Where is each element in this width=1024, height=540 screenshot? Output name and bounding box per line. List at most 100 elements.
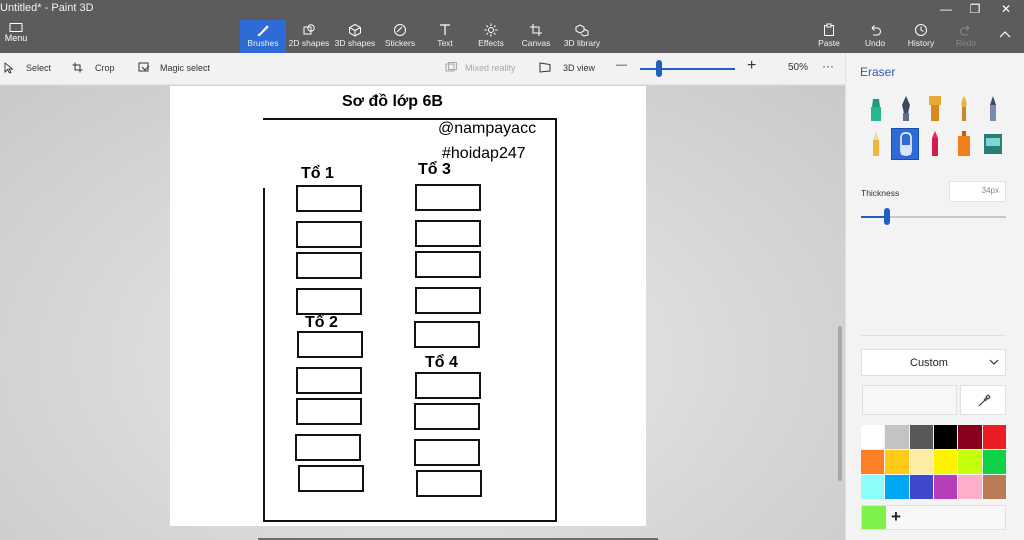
eraser-icon [900,132,912,156]
add-color-button[interactable]: + [891,507,901,527]
seat-box [296,252,362,279]
eyedropper-button[interactable] [960,385,1006,415]
zoom-out-button[interactable]: — [616,59,627,71]
select-tool[interactable]: Select [4,62,51,74]
current-color-row: + [861,505,1006,530]
seat-box [296,367,362,394]
history-button[interactable]: History [905,20,937,53]
tab-text[interactable]: Text [430,20,460,53]
3d-view-label: 3D view [563,62,596,73]
paste-icon [824,23,834,36]
thickness-input[interactable]: 34px [949,181,1006,202]
brush-marker[interactable] [862,93,890,125]
tab-3d-shapes[interactable]: 3D shapes [334,20,376,53]
tab-text-label: Text [437,38,453,48]
zoom-slider-track[interactable] [640,68,735,70]
collapse-ribbon-icon[interactable] [999,30,1011,38]
seat-box [416,470,482,497]
color-swatch[interactable] [909,475,933,499]
tab-3d-library[interactable]: 3D library [562,20,602,53]
menu-button[interactable]: Menu [0,22,32,50]
vertical-scrollbar[interactable] [838,326,842,481]
3d-shapes-icon [349,23,361,37]
left-border-line [263,188,265,522]
crayon-icon [932,131,938,156]
magic-select-tool[interactable]: Magic select [138,62,210,73]
brush-pencil[interactable] [862,128,890,160]
thickness-slider-thumb[interactable] [884,208,891,225]
crop-label: Crop [95,62,115,73]
tab-effects[interactable]: Effects [474,20,508,53]
crop-icon [72,62,83,73]
2d-shapes-icon [303,24,315,35]
seat-box [296,185,362,212]
chevron-down-icon [989,359,999,365]
marker-icon [871,99,881,121]
color-swatch[interactable] [934,450,958,474]
color-swatch[interactable] [934,425,958,449]
drawing-canvas[interactable]: Sơ đồ lớp 6B @nampayacc #hoidap247 Tổ 1 … [170,86,646,526]
brush-icon [257,25,269,37]
minimize-button[interactable]: — [935,2,957,16]
tab-2d-shapes[interactable]: 2D shapes [288,20,330,53]
color-swatch[interactable] [885,425,909,449]
color-swatch[interactable] [982,475,1006,499]
tab-brushes[interactable]: Brushes [240,20,286,53]
current-color-swatch[interactable] [862,506,886,529]
3d-view-button[interactable]: 3D view [539,62,595,73]
color-swatch[interactable] [958,425,982,449]
color-swatch[interactable] [861,450,885,474]
tab-canvas[interactable]: Canvas [520,20,552,53]
color-swatch[interactable] [861,475,885,499]
tab-brushes-label: Brushes [247,38,279,48]
color-swatch[interactable] [958,450,982,474]
tab-3d-shapes-label: 3D shapes [334,38,376,48]
color-swatch[interactable] [982,425,1006,449]
redo-button[interactable]: Redo [952,20,980,53]
zoom-level[interactable]: 50% [788,62,808,73]
pencil-icon [873,131,879,156]
color-swatch[interactable] [885,475,909,499]
seat-box [296,398,362,425]
close-button[interactable]: ✕ [995,2,1017,16]
brush-fill[interactable] [979,128,1007,160]
right-border-line [555,118,557,522]
tab-3d-library-label: 3D library [563,38,601,48]
color-swatch[interactable] [982,450,1006,474]
color-swatch[interactable] [885,450,909,474]
zoom-in-button[interactable]: + [747,57,756,75]
workspace[interactable]: Sơ đồ lớp 6B @nampayacc #hoidap247 Tổ 1 … [0,86,845,540]
brush-watercolor[interactable] [950,93,978,125]
seat-box [295,434,361,461]
color-mode-dropdown[interactable]: Custom [861,349,1006,376]
brushes-panel: Eraser Thickness 34px Custom + [845,53,1024,540]
crop-tool[interactable]: Crop [72,62,115,73]
redo-label: Redo [955,38,977,48]
brush-crayon[interactable] [921,128,949,160]
zoom-slider-thumb[interactable] [656,60,662,77]
color-swatch[interactable] [934,475,958,499]
brush-calligraphy-pen[interactable] [892,93,920,125]
tab-stickers[interactable]: Stickers [382,20,418,53]
color-preview-box[interactable] [862,385,957,415]
paste-button[interactable]: Paste [815,20,843,53]
magic-select-icon [138,62,150,72]
brush-pixel-pen[interactable] [979,93,1007,125]
stickers-icon [394,24,406,36]
mixed-reality-button[interactable]: Mixed reality [445,62,516,73]
brush-oil[interactable] [921,93,949,125]
undo-button[interactable]: Undo [861,20,889,53]
cursor-icon [4,62,14,74]
restore-button[interactable]: ❐ [964,2,986,16]
color-swatch[interactable] [909,425,933,449]
undo-label: Undo [864,38,886,48]
brush-spray-can[interactable] [950,128,978,160]
more-button[interactable]: ··· [822,59,834,73]
color-swatch[interactable] [861,425,885,449]
color-swatch[interactable] [958,475,982,499]
thickness-label: Thickness [861,188,900,198]
color-swatch[interactable] [909,450,933,474]
fill-icon [984,134,1002,154]
brush-eraser[interactable] [891,128,919,160]
seat-box [296,288,362,315]
